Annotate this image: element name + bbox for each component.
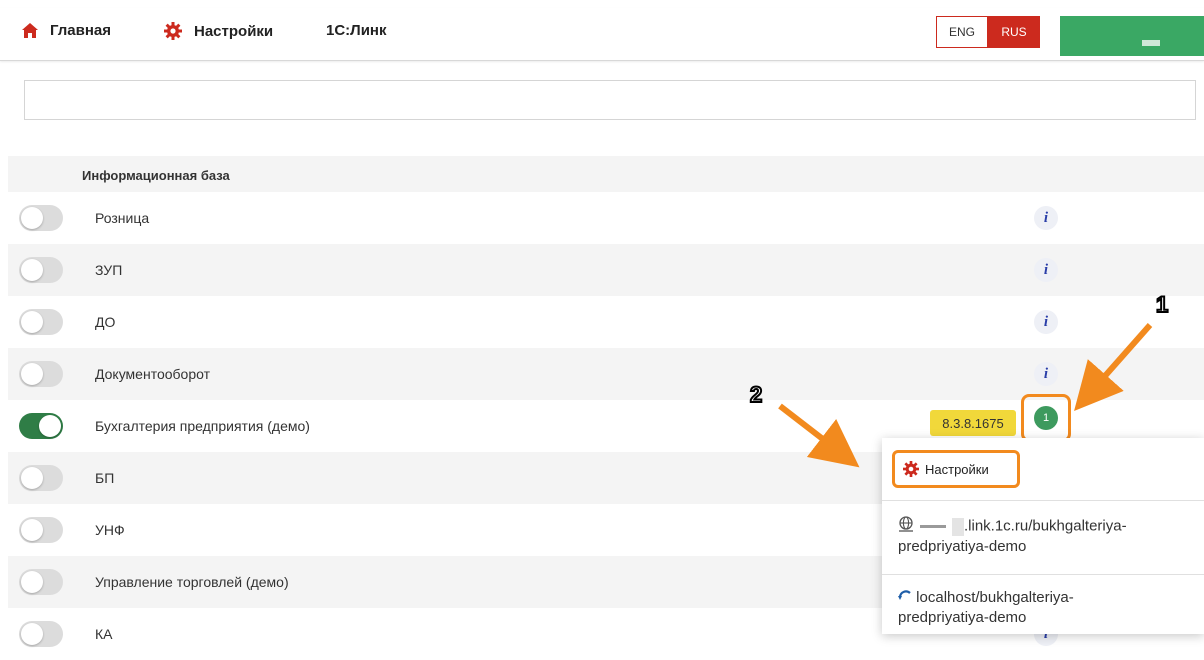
annotation-label-1: 1	[1155, 291, 1169, 318]
annotation-label-2: 2	[749, 381, 763, 408]
annotation-arrows	[778, 323, 1153, 468]
annotation-arrow-1	[1074, 323, 1153, 411]
annotation-arrow-2	[778, 403, 860, 468]
